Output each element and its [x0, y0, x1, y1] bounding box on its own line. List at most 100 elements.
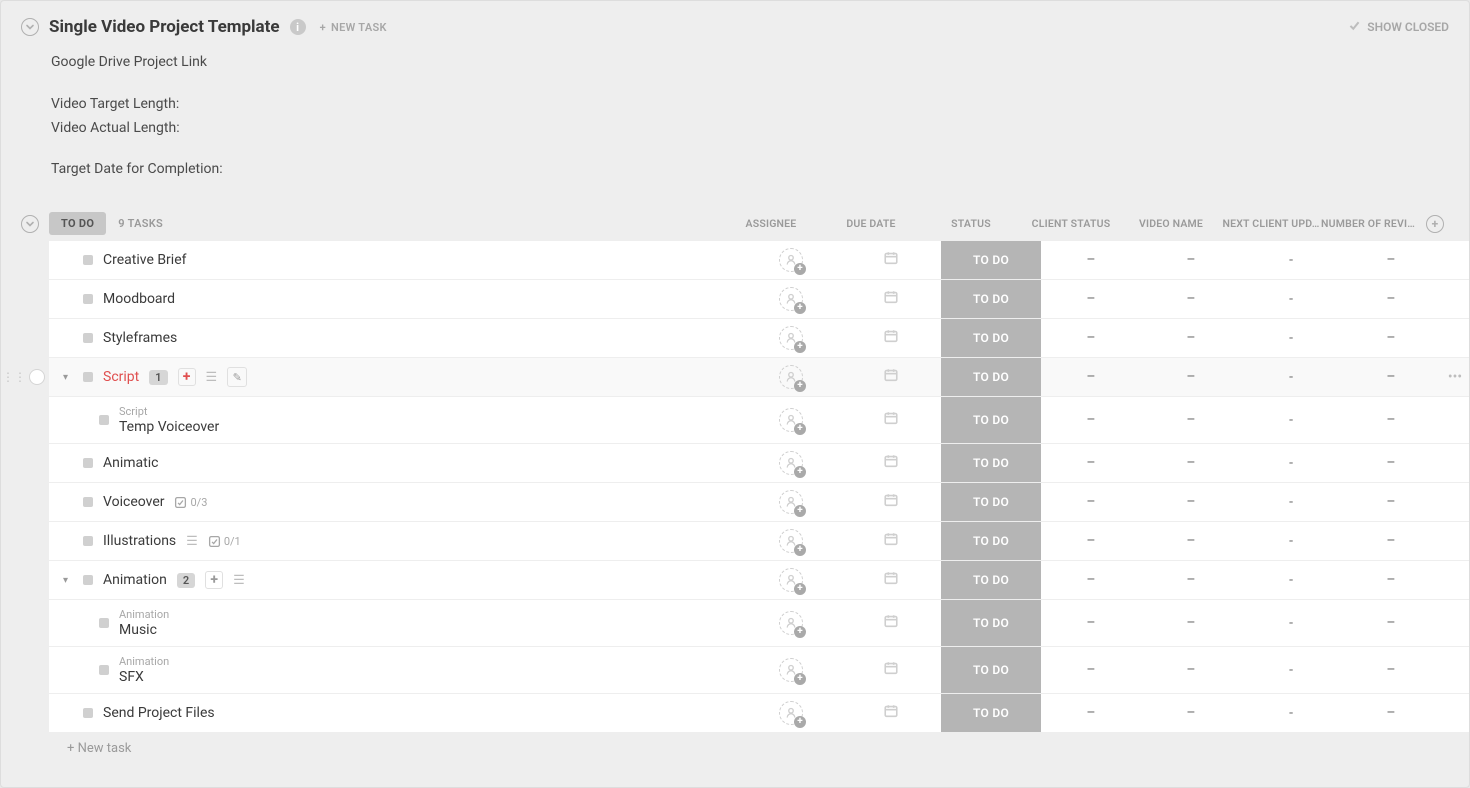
- list-description[interactable]: Google Drive Project Link Video Target L…: [1, 47, 1469, 212]
- status-cell[interactable]: TO DO: [941, 319, 1041, 357]
- status-square-icon[interactable]: [83, 333, 93, 343]
- row-more-button[interactable]: [1441, 444, 1469, 482]
- video-name-cell[interactable]: –: [1141, 397, 1241, 443]
- col-header-revisions[interactable]: NUMBER OF REVIS…: [1321, 217, 1421, 230]
- status-square-icon[interactable]: [83, 372, 93, 382]
- next-client-cell[interactable]: -: [1241, 483, 1341, 521]
- row-more-button[interactable]: [1441, 522, 1469, 560]
- next-client-cell[interactable]: -: [1241, 600, 1341, 646]
- assignee-cell[interactable]: +: [741, 280, 841, 318]
- status-cell[interactable]: TO DO: [941, 694, 1041, 732]
- video-name-cell[interactable]: –: [1141, 319, 1241, 357]
- status-cell[interactable]: TO DO: [941, 241, 1041, 279]
- group-collapse-icon[interactable]: [21, 215, 39, 233]
- video-name-cell[interactable]: –: [1141, 358, 1241, 396]
- video-name-cell[interactable]: –: [1141, 561, 1241, 599]
- col-header-client-status[interactable]: CLIENT STATUS: [1021, 217, 1121, 230]
- col-header-video-name[interactable]: VIDEO NAME: [1121, 217, 1221, 230]
- assignee-cell[interactable]: +: [741, 241, 841, 279]
- next-client-cell[interactable]: -: [1241, 397, 1341, 443]
- video-name-cell[interactable]: –: [1141, 694, 1241, 732]
- revisions-cell[interactable]: –: [1341, 319, 1441, 357]
- due-date-cell[interactable]: [841, 280, 941, 318]
- revisions-cell[interactable]: –: [1341, 694, 1441, 732]
- collapse-all-icon[interactable]: [21, 18, 39, 36]
- assignee-cell[interactable]: +: [741, 319, 841, 357]
- due-date-cell[interactable]: [841, 241, 941, 279]
- description-icon[interactable]: ☰: [206, 370, 218, 385]
- client-status-cell[interactable]: –: [1041, 561, 1141, 599]
- client-status-cell[interactable]: –: [1041, 522, 1141, 560]
- status-cell[interactable]: TO DO: [941, 358, 1041, 396]
- rename-button[interactable]: ✎: [227, 367, 247, 387]
- row-more-button[interactable]: [1441, 397, 1469, 443]
- assignee-cell[interactable]: +: [741, 397, 841, 443]
- add-column-button[interactable]: +: [1421, 215, 1449, 233]
- task-row[interactable]: ▸ Voiceover 0/3 + TO DO – – - –: [49, 483, 1469, 522]
- revisions-cell[interactable]: –: [1341, 561, 1441, 599]
- video-name-cell[interactable]: –: [1141, 600, 1241, 646]
- client-status-cell[interactable]: –: [1041, 444, 1141, 482]
- task-row[interactable]: ▸ Animatic + TO DO – – - –: [49, 444, 1469, 483]
- due-date-cell[interactable]: [841, 319, 941, 357]
- status-square-icon[interactable]: [99, 415, 109, 425]
- assignee-cell[interactable]: +: [741, 600, 841, 646]
- assignee-cell[interactable]: +: [741, 444, 841, 482]
- row-more-button[interactable]: [1441, 647, 1469, 693]
- task-row[interactable]: ▸ Moodboard + TO DO – – - –: [49, 280, 1469, 319]
- row-more-button[interactable]: [1441, 319, 1469, 357]
- due-date-cell[interactable]: [841, 444, 941, 482]
- status-square-icon[interactable]: [83, 497, 93, 507]
- revisions-cell[interactable]: –: [1341, 397, 1441, 443]
- next-client-cell[interactable]: -: [1241, 444, 1341, 482]
- assignee-cell[interactable]: +: [741, 694, 841, 732]
- row-more-button[interactable]: [1441, 694, 1469, 732]
- row-more-button[interactable]: [1441, 280, 1469, 318]
- due-date-cell[interactable]: [841, 600, 941, 646]
- revisions-cell[interactable]: –: [1341, 483, 1441, 521]
- drag-handle-icon[interactable]: ⋮⋮: [2, 370, 26, 384]
- due-date-cell[interactable]: [841, 694, 941, 732]
- row-more-button[interactable]: [1441, 483, 1469, 521]
- status-cell[interactable]: TO DO: [941, 647, 1041, 693]
- checklist-badge[interactable]: 0/3: [174, 496, 207, 509]
- row-more-button[interactable]: •••: [1441, 358, 1469, 396]
- video-name-cell[interactable]: –: [1141, 444, 1241, 482]
- next-client-cell[interactable]: -: [1241, 358, 1341, 396]
- client-status-cell[interactable]: –: [1041, 241, 1141, 279]
- status-square-icon[interactable]: [99, 665, 109, 675]
- checklist-badge[interactable]: 0/1: [208, 535, 241, 548]
- status-square-icon[interactable]: [83, 708, 93, 718]
- status-square-icon[interactable]: [83, 458, 93, 468]
- due-date-cell[interactable]: [841, 483, 941, 521]
- video-name-cell[interactable]: –: [1141, 280, 1241, 318]
- assignee-cell[interactable]: +: [741, 483, 841, 521]
- new-task-row[interactable]: + New task: [49, 733, 1469, 764]
- client-status-cell[interactable]: –: [1041, 483, 1141, 521]
- client-status-cell[interactable]: –: [1041, 319, 1141, 357]
- due-date-cell[interactable]: [841, 397, 941, 443]
- next-client-cell[interactable]: -: [1241, 522, 1341, 560]
- revisions-cell[interactable]: –: [1341, 358, 1441, 396]
- subtask-row[interactable]: Script Temp Voiceover + TO DO – – - –: [49, 397, 1469, 444]
- next-client-cell[interactable]: -: [1241, 647, 1341, 693]
- revisions-cell[interactable]: –: [1341, 280, 1441, 318]
- task-row[interactable]: ▸ Send Project Files + TO DO – – - –: [49, 694, 1469, 733]
- subtask-count-badge[interactable]: 1: [149, 370, 167, 385]
- revisions-cell[interactable]: –: [1341, 600, 1441, 646]
- task-row[interactable]: ▸ Illustrations ☰0/1 + TO DO – – - –: [49, 522, 1469, 561]
- row-more-button[interactable]: [1441, 241, 1469, 279]
- row-more-button[interactable]: [1441, 561, 1469, 599]
- expand-caret-icon[interactable]: ▾: [63, 575, 73, 586]
- status-square-icon[interactable]: [83, 255, 93, 265]
- row-more-button[interactable]: [1441, 600, 1469, 646]
- subtask-row[interactable]: Animation SFX + TO DO – – - –: [49, 647, 1469, 694]
- next-client-cell[interactable]: -: [1241, 561, 1341, 599]
- status-cell[interactable]: TO DO: [941, 600, 1041, 646]
- client-status-cell[interactable]: –: [1041, 600, 1141, 646]
- add-subtask-button[interactable]: +: [205, 571, 223, 589]
- task-row[interactable]: ▾ Animation 2+☰ + TO DO – – - –: [49, 561, 1469, 600]
- group-status-pill[interactable]: TO DO: [49, 212, 106, 235]
- task-row[interactable]: ▸ Creative Brief + TO DO – – - –: [49, 241, 1469, 280]
- revisions-cell[interactable]: –: [1341, 522, 1441, 560]
